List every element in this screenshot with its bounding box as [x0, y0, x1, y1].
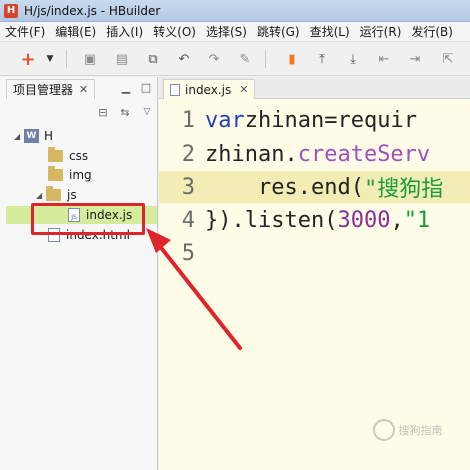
next-icon[interactable]: ⇥: [407, 51, 423, 67]
format-icon[interactable]: ✎: [237, 51, 253, 67]
menu-select[interactable]: 选择(S): [201, 23, 252, 40]
menu-publish[interactable]: 发行(B): [406, 23, 458, 40]
go-to-bottom-icon[interactable]: ⤓: [345, 51, 361, 67]
tree-item-css[interactable]: css: [48, 147, 88, 165]
folder-icon: [48, 147, 63, 162]
expanded-arrow-icon[interactable]: ◢: [36, 191, 46, 200]
line-number: 4: [181, 207, 195, 233]
tree-item-label: js: [67, 188, 77, 202]
window-title: H/js/index.js - HBuilder: [24, 3, 161, 18]
project-icon: W: [24, 129, 39, 143]
expanded-arrow-icon[interactable]: ◢: [14, 132, 24, 141]
tree-item-label: css: [69, 149, 89, 163]
menu-insert[interactable]: 插入(I): [101, 23, 148, 40]
go-to-top-icon[interactable]: ⤒: [314, 51, 330, 67]
code-line: 1 var zhinan=requir: [159, 104, 470, 136]
link-editor-icon[interactable]: ⇆: [118, 105, 132, 119]
code-line: 5: [159, 237, 470, 269]
project-explorer-panel: 项目管理器 ✕ ▁ □ ⊟ ⇆ ▽ ◢ W H css img ◢ js JS …: [0, 77, 158, 470]
tree-item-js[interactable]: ◢ js: [36, 186, 77, 204]
folder-icon: [48, 166, 63, 181]
close-icon[interactable]: ✕: [79, 83, 88, 96]
tree-item-img[interactable]: img: [48, 166, 92, 184]
bookmark-icon[interactable]: ▮: [284, 51, 300, 67]
hbuilder-logo-icon: H: [4, 3, 18, 18]
folder-icon: [46, 186, 61, 201]
tree-item-project[interactable]: ◢ W H: [14, 127, 53, 145]
line-number: 5: [181, 240, 195, 266]
menu-file[interactable]: 文件(F): [0, 23, 50, 40]
tab-label: index.js: [185, 82, 232, 97]
menu-run[interactable]: 运行(R): [355, 23, 407, 40]
js-file-icon: [170, 83, 180, 96]
minimize-icon[interactable]: ▁: [120, 81, 132, 94]
code-text: res.end(: [205, 174, 364, 200]
redo-icon[interactable]: ↷: [206, 51, 222, 67]
menu-goto[interactable]: 跳转(G): [252, 23, 305, 40]
dropdown-arrow-icon[interactable]: ▼: [42, 51, 58, 67]
new-icon[interactable]: +: [20, 49, 36, 70]
save-all-icon[interactable]: ▤: [114, 51, 130, 67]
tree-item-label: img: [69, 168, 92, 182]
code-function: createServ: [297, 141, 431, 167]
previous-icon[interactable]: ⇤: [376, 51, 392, 67]
code-text: ,: [390, 207, 404, 233]
menu-escape[interactable]: 转义(O): [148, 23, 201, 40]
line-number: 1: [181, 107, 195, 133]
code-line: 4 }).listen(3000, "1: [159, 204, 470, 236]
toolbar-separator: [265, 50, 266, 68]
code-text: }).listen(: [205, 207, 338, 233]
maximize-icon[interactable]: □: [140, 81, 152, 94]
close-icon[interactable]: ✕: [239, 83, 248, 96]
collapse-all-icon[interactable]: ⊟: [96, 105, 110, 119]
toolbar-separator: [66, 50, 67, 68]
menu-bar: 文件(F) 编辑(E) 插入(I) 转义(O) 选择(S) 跳转(G) 查找(L…: [0, 22, 470, 42]
code-number: 3000: [337, 207, 391, 233]
line-number: 2: [181, 141, 195, 167]
view-menu-icon[interactable]: ▽: [140, 105, 154, 119]
project-explorer-title: 项目管理器: [13, 83, 74, 97]
copy-icon[interactable]: ⧉: [145, 51, 161, 67]
menu-edit[interactable]: 编辑(E): [50, 23, 101, 40]
undo-icon[interactable]: ↶: [176, 51, 192, 67]
menu-find[interactable]: 查找(L): [305, 23, 355, 40]
code-keyword: var: [205, 107, 245, 133]
code-text: zhinan.: [205, 141, 298, 167]
save-icon[interactable]: ▣: [82, 51, 98, 67]
watermark-text: 搜狗指南: [398, 424, 443, 437]
code-text: zhinan=requir: [244, 107, 417, 133]
editor-tab-bar: index.js ✕: [159, 77, 470, 99]
annotation-highlight-box: [31, 203, 145, 235]
code-string: "搜狗指: [363, 177, 444, 202]
tab-index-js[interactable]: index.js ✕: [163, 79, 256, 99]
line-number: 3: [181, 174, 195, 200]
project-explorer-tab[interactable]: 项目管理器 ✕: [6, 79, 96, 99]
watermark: 搜狗指南: [355, 410, 460, 450]
tree-item-label: H: [44, 129, 54, 143]
export-icon[interactable]: ⇱: [440, 51, 456, 67]
watermark-logo-icon: [372, 419, 395, 441]
toolbar: + ▼ ▣ ▤ ⧉ ↶ ↷ ✎ ▮ ⤒ ⤓ ⇤ ⇥ ⇱: [0, 42, 470, 76]
code-line-current: 3 res.end("搜狗指: [159, 171, 470, 203]
code-string: "1: [403, 207, 431, 233]
title-bar: H H/js/index.js - HBuilder: [0, 0, 470, 22]
code-line: 2 zhinan. createServ: [159, 138, 470, 170]
